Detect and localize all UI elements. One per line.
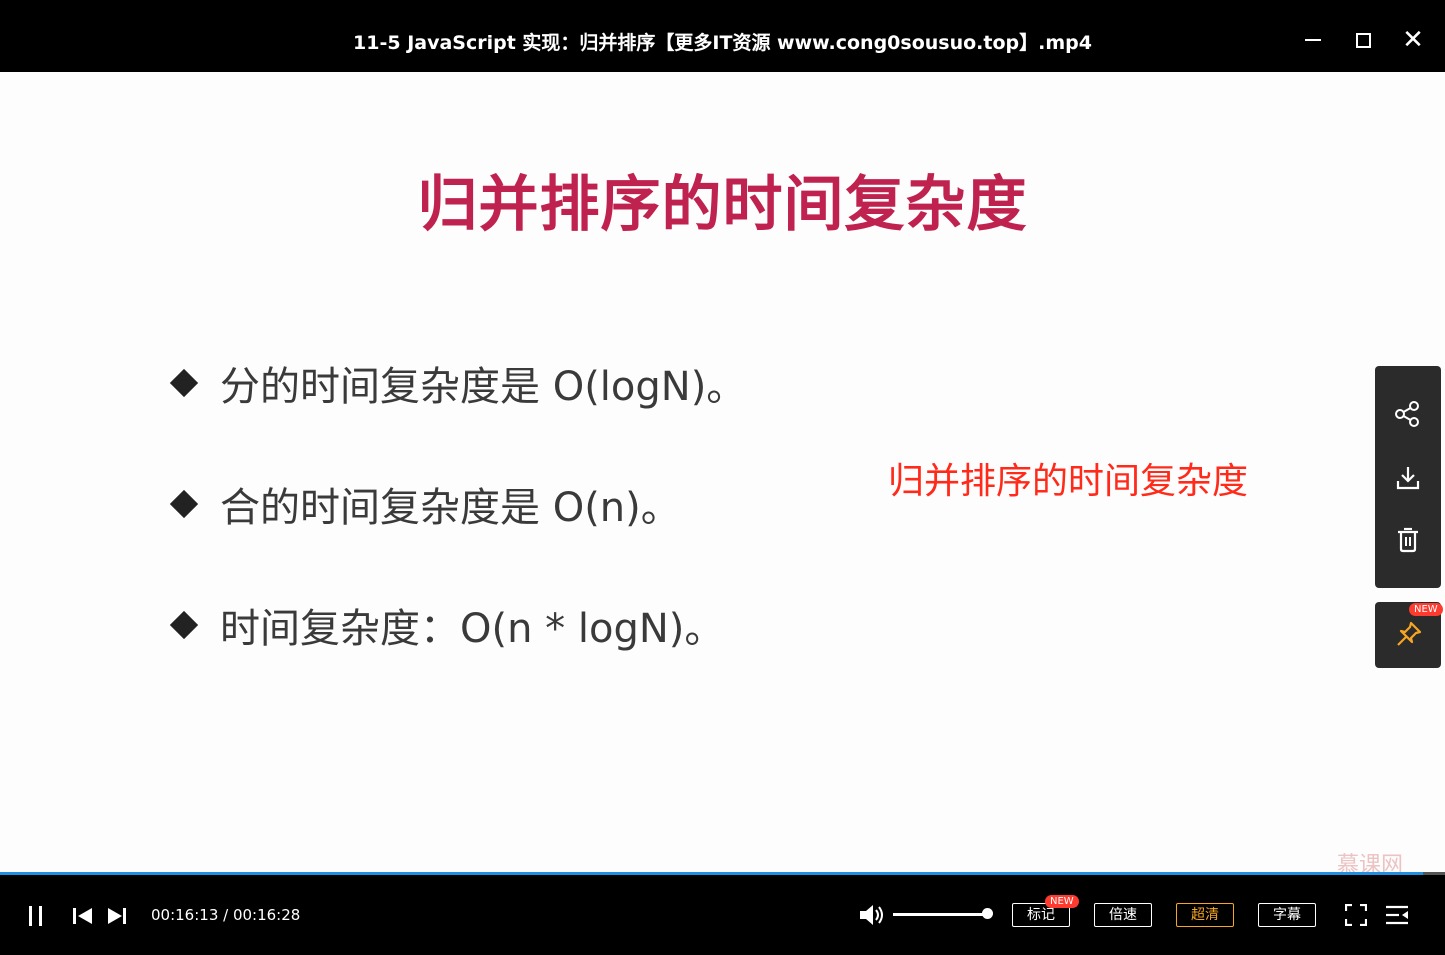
delete-button[interactable]	[1375, 510, 1441, 570]
maximize-icon[interactable]	[1344, 22, 1380, 58]
mark-new-badge: NEW	[1045, 895, 1079, 908]
diamond-bullet-icon	[170, 490, 198, 518]
side-tool-panel	[1375, 366, 1441, 588]
bullet-text: 合的时间复杂度是 O(n)。	[220, 485, 681, 531]
download-icon	[1396, 467, 1420, 490]
bullet-text: 时间复杂度：O(n * logN)。	[220, 606, 725, 652]
quality-button[interactable]: 超清	[1176, 903, 1234, 927]
speed-button[interactable]: 倍速	[1094, 903, 1152, 927]
video-frame[interactable]: 归并排序的时间复杂度 分的时间复杂度是 O(logN)。 合的时间复杂度是 O(…	[0, 72, 1445, 878]
title-bar: 11-5 JavaScript 实现：归并排序【更多IT资源 www.cong0…	[0, 0, 1445, 72]
share-icon	[1395, 401, 1419, 427]
close-icon[interactable]: ✕	[1395, 22, 1431, 58]
volume-knob[interactable]	[982, 908, 993, 919]
slide-bullet: 时间复杂度：O(n * logN)。	[170, 596, 724, 654]
playlist-icon[interactable]	[1385, 905, 1409, 925]
volume-icon[interactable]	[858, 903, 886, 927]
time-display: 00:16:13 / 00:16:28	[151, 906, 301, 924]
diamond-bullet-icon	[170, 369, 198, 397]
player-controls: 00:16:13 / 00:16:28 标记 NEW 倍速 超清 字幕	[0, 875, 1445, 955]
share-button[interactable]	[1375, 384, 1441, 444]
window-title: 11-5 JavaScript 实现：归并排序【更多IT资源 www.cong0…	[353, 32, 1092, 54]
pause-icon[interactable]	[27, 906, 45, 926]
slide-bullet: 分的时间复杂度是 O(logN)。	[170, 354, 746, 412]
bullet-text: 分的时间复杂度是 O(logN)。	[220, 364, 747, 410]
minimize-icon[interactable]	[1295, 22, 1331, 58]
fullscreen-icon[interactable]	[1345, 904, 1367, 926]
diamond-bullet-icon	[170, 611, 198, 639]
subtitle-button[interactable]: 字幕	[1258, 903, 1316, 927]
slide-title: 归并排序的时间复杂度	[417, 170, 1028, 240]
slide-bullet: 合的时间复杂度是 O(n)。	[170, 475, 681, 533]
next-icon[interactable]	[106, 906, 128, 926]
volume-slider[interactable]	[893, 913, 988, 916]
download-button[interactable]	[1375, 448, 1441, 508]
pin-button[interactable]: NEW	[1375, 602, 1443, 668]
overlay-note: 归并排序的时间复杂度	[888, 461, 1249, 502]
previous-icon[interactable]	[72, 906, 94, 926]
new-badge: NEW	[1409, 603, 1443, 616]
pin-icon	[1397, 621, 1422, 646]
trash-icon	[1398, 527, 1418, 553]
